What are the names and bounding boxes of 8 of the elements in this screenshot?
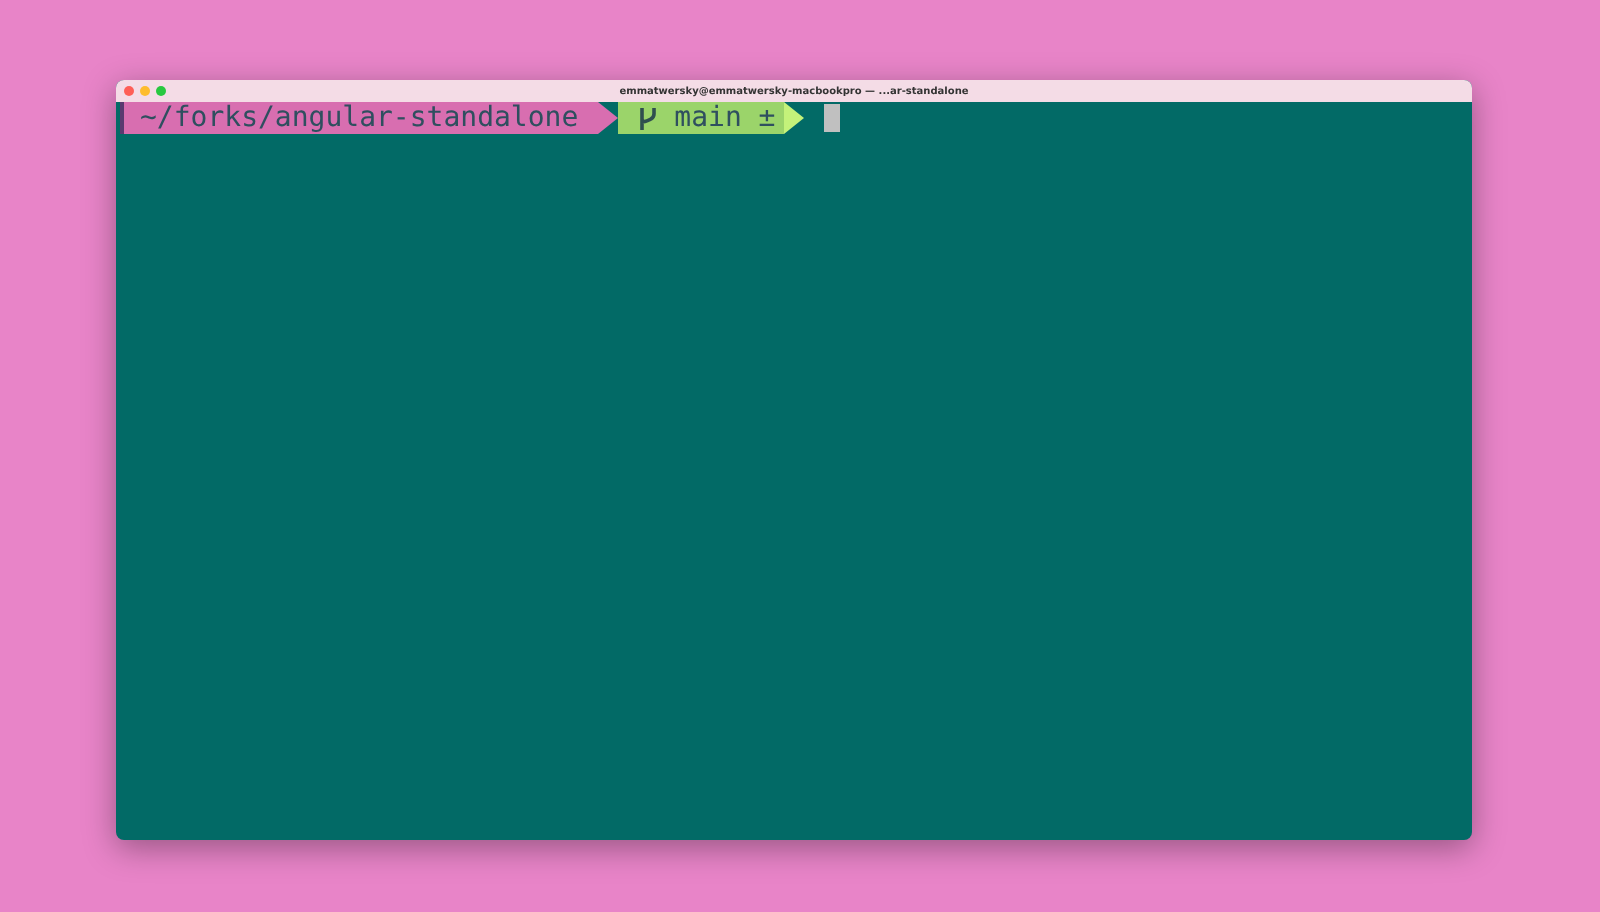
close-button[interactable]	[124, 86, 134, 96]
branch-name: main ±	[674, 102, 776, 134]
minimize-button[interactable]	[140, 86, 150, 96]
arrow-separator-icon	[783, 102, 804, 134]
arrow-separator-icon	[598, 102, 619, 134]
zoom-button[interactable]	[156, 86, 166, 96]
branch-icon	[638, 105, 659, 131]
text-cursor	[823, 104, 840, 132]
